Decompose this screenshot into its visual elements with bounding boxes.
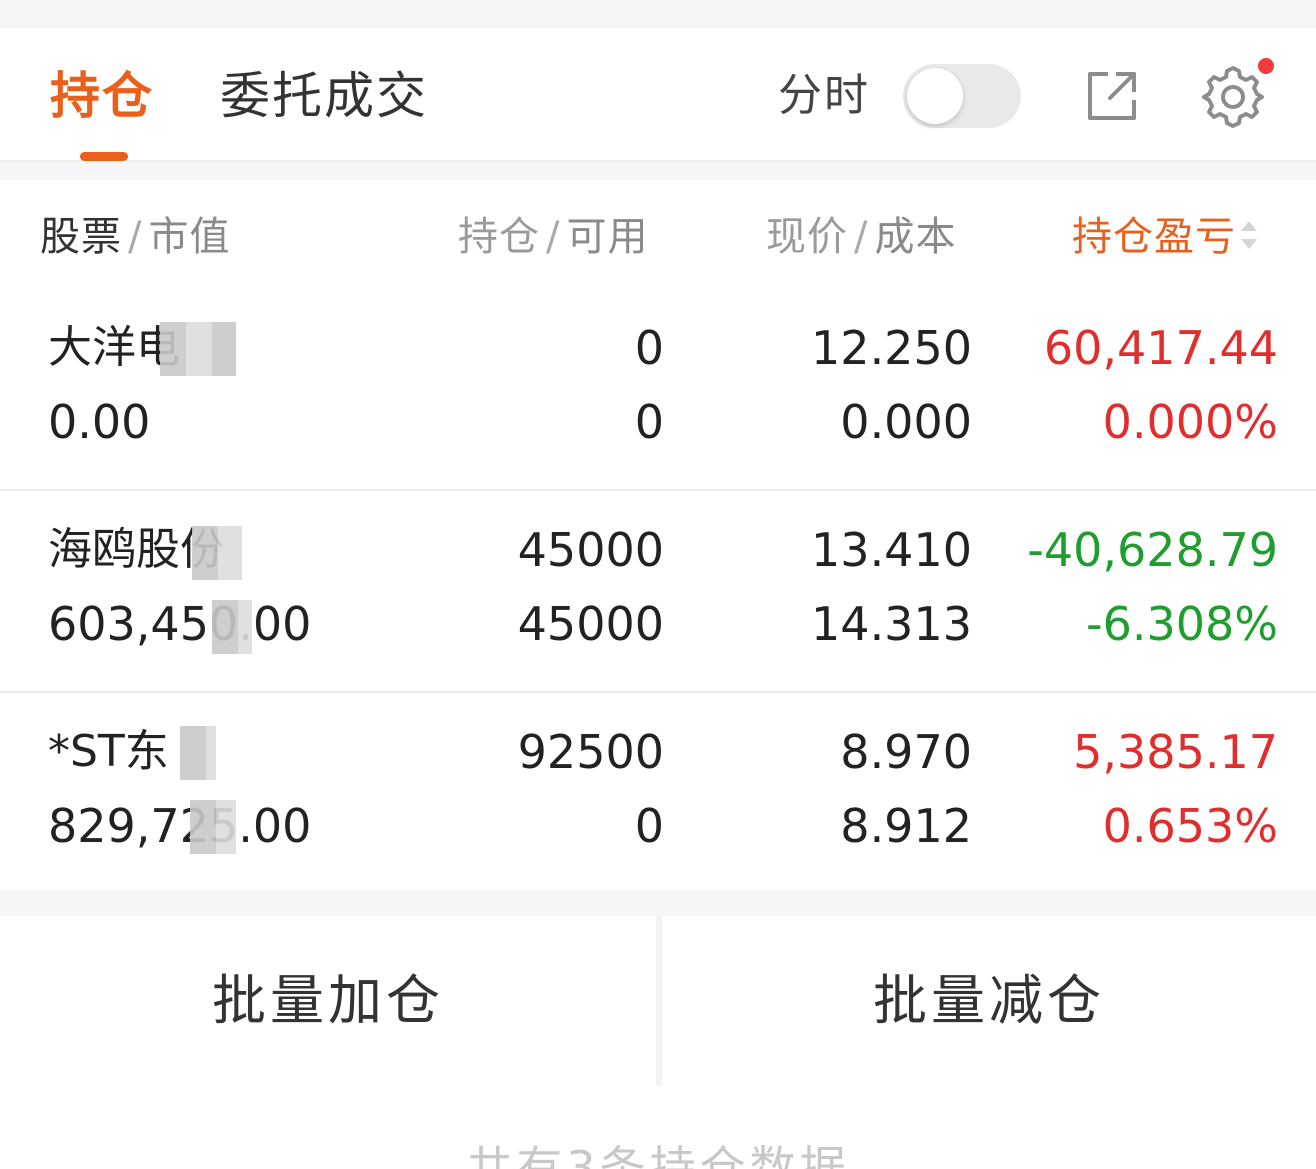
- sort-arrows-icon: [1238, 215, 1260, 255]
- header-stock: 股票: [40, 214, 122, 260]
- batch-reduce-button[interactable]: 批量减仓: [662, 916, 1316, 1086]
- privacy-mosaic: [160, 322, 236, 376]
- available-qty: 45000: [517, 597, 664, 651]
- section-gap: [0, 162, 1316, 180]
- table-row[interactable]: 大洋电 0.00 0 0 12.250 0.000 60,417.44 0.00…: [0, 290, 1316, 491]
- current-price: 12.250: [811, 321, 972, 375]
- stock-name: *ST东: [48, 726, 169, 777]
- header-price-cost[interactable]: 现价 / 成本: [766, 212, 956, 262]
- table-row[interactable]: *ST东 829,725.00 92500 0 8.970 8.912 5,38…: [0, 694, 1316, 895]
- available-qty: 0: [634, 395, 664, 449]
- header-cost: 成本: [874, 214, 957, 260]
- holding-qty: 0: [634, 321, 664, 375]
- tab-holdings[interactable]: 持仓: [50, 66, 154, 126]
- privacy-mosaic: [192, 526, 242, 580]
- holdings-count-note: 共有3条持仓数据: [466, 1141, 850, 1169]
- toggle-knob: [907, 68, 963, 124]
- cost-price: 14.313: [811, 597, 972, 651]
- section-gap: [0, 890, 1316, 916]
- intraday-toggle[interactable]: [903, 64, 1021, 128]
- market-value: 0.00: [48, 395, 151, 449]
- header-price: 现价: [766, 214, 848, 260]
- intraday-toggle-label: 分时: [778, 70, 870, 121]
- gear-icon[interactable]: [1198, 62, 1268, 132]
- status-strip: [0, 0, 1316, 28]
- header-profit-loss[interactable]: 持仓盈亏: [1072, 212, 1260, 262]
- current-price: 8.970: [840, 725, 972, 779]
- privacy-mosaic: [190, 800, 236, 854]
- available-qty: 0: [634, 799, 664, 853]
- active-tab-indicator: [80, 152, 128, 161]
- profit-loss: 5,385.17: [1073, 725, 1278, 779]
- cost-price: 8.912: [840, 799, 972, 853]
- profit-loss-percent: 0.653%: [1102, 799, 1278, 853]
- market-value: 829,725.00: [48, 799, 312, 853]
- table-row[interactable]: 海鸥股份 603,450.00 45000 45000 13.410 14.31…: [0, 492, 1316, 693]
- header-pl-label: 持仓盈亏: [1072, 214, 1236, 260]
- market-value: 603,450.00: [48, 597, 312, 651]
- profit-loss: -40,628.79: [1027, 523, 1278, 577]
- profit-loss: 60,417.44: [1043, 321, 1278, 375]
- header-stock-value[interactable]: 股票 / 市值: [40, 212, 230, 262]
- privacy-mosaic: [180, 726, 216, 780]
- privacy-mosaic: [212, 600, 252, 654]
- profit-loss-percent: 0.000%: [1102, 395, 1278, 449]
- profit-loss-percent: -6.308%: [1086, 597, 1278, 651]
- holding-qty: 45000: [517, 523, 664, 577]
- batch-add-button[interactable]: 批量加仓: [0, 916, 656, 1086]
- tab-orders-trades[interactable]: 委托成交: [220, 66, 428, 126]
- current-price: 13.410: [811, 523, 972, 577]
- header-holding: 持仓: [458, 214, 540, 260]
- holdings-table-header: 股票 / 市值 持仓 / 可用 现价 / 成本 持仓盈亏: [0, 180, 1316, 290]
- header-market-value: 市值: [148, 214, 231, 260]
- share-external-icon[interactable]: [1084, 68, 1140, 124]
- header-available: 可用: [566, 214, 649, 260]
- header-holding-available[interactable]: 持仓 / 可用: [458, 212, 648, 262]
- tab-bar: 持仓 委托成交 分时: [0, 28, 1316, 162]
- notification-dot: [1258, 58, 1274, 74]
- cost-price: 0.000: [840, 395, 972, 449]
- holding-qty: 92500: [517, 725, 664, 779]
